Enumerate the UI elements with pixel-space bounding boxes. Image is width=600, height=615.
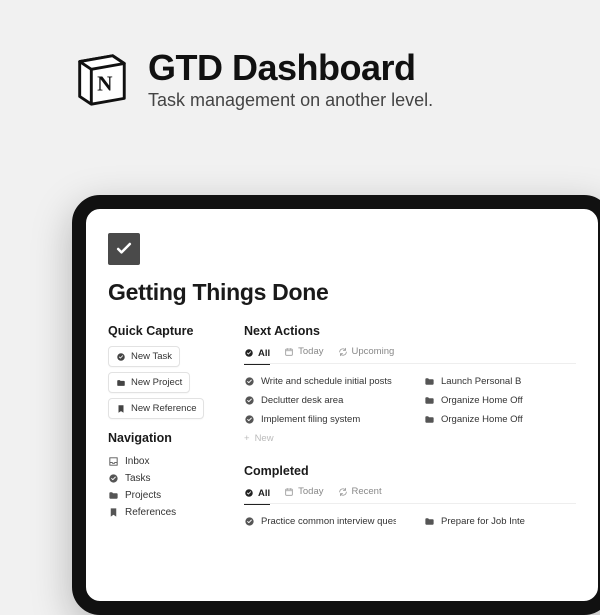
next-actions-tab-all[interactable]: All [244,346,270,365]
tablet-device: Getting Things Done Quick Capture New Ta… [72,195,600,615]
folder-icon [108,490,119,501]
folder-icon [424,376,435,387]
completed-task-item[interactable]: Prepare for Job Inte [424,512,576,531]
nav-item-inbox[interactable]: Inbox [108,453,218,470]
task-label: Declutter desk area [261,395,343,406]
next-actions-task-item[interactable]: Declutter desk area [244,391,396,410]
hero-title: GTD Dashboard [148,48,433,88]
quick-capture-new-reference[interactable]: New Reference [108,398,204,419]
check-circle-icon [244,376,255,387]
completed-tab-today[interactable]: Today [284,486,323,500]
completed-tab-all[interactable]: All [244,486,270,505]
task-label: Organize Home Off [441,414,523,425]
check-circle-icon [244,488,254,498]
tab-label: Today [298,486,323,497]
tab-label: Recent [352,486,382,497]
task-label: Prepare for Job Inte [441,516,525,527]
nav-label: References [125,507,176,518]
check-circle-icon [244,414,255,425]
completed-title: Completed [244,464,576,478]
svg-text:N: N [97,72,113,96]
completed-task-item[interactable]: Practice common interview questions [244,512,396,531]
app-screen: Getting Things Done Quick Capture New Ta… [86,209,598,531]
page-icon-checkbox [108,233,140,265]
nav-item-projects[interactable]: Projects [108,487,218,504]
button-label: New Task [131,351,172,362]
task-label: Write and schedule initial posts [261,376,392,387]
quick-capture-title: Quick Capture [108,324,218,338]
add-new-task[interactable]: + New [244,429,576,448]
tab-label: All [258,348,270,359]
folder-icon [424,395,435,406]
task-label: Launch Personal B [441,376,521,387]
next-actions-task-item[interactable]: Implement filing system [244,410,396,429]
page-title: Getting Things Done [108,279,576,306]
nav-item-tasks[interactable]: Tasks [108,470,218,487]
quick-capture-new-project[interactable]: New Project [108,372,190,393]
notion-logo-icon: N [70,48,132,110]
next-actions-title: Next Actions [244,324,576,338]
bookmark-icon [108,507,119,518]
button-label: New Reference [131,403,196,414]
button-label: New Project [131,377,182,388]
nav-label: Inbox [125,456,149,467]
navigation-title: Navigation [108,431,218,445]
nav-label: Projects [125,490,161,501]
hero: N GTD Dashboard Task management on anoth… [0,0,600,111]
quick-capture-new-task[interactable]: New Task [108,346,180,367]
next-actions-task-item[interactable]: Write and schedule initial posts [244,372,396,391]
check-circle-icon [244,516,255,527]
completed-tab-recent[interactable]: Recent [338,486,382,500]
tab-label: Upcoming [352,346,395,357]
inbox-icon [108,456,119,467]
refresh-icon [338,487,348,497]
task-label: Organize Home Off [441,395,523,406]
calendar-icon [284,487,294,497]
folder-icon [424,516,435,527]
next-actions-tab-upcoming[interactable]: Upcoming [338,346,395,360]
folder-icon [424,414,435,425]
plus-icon: + [244,433,250,444]
check-circle-icon [108,473,119,484]
next-actions-tab-today[interactable]: Today [284,346,323,360]
calendar-icon [284,347,294,357]
next-actions-task-item[interactable]: Organize Home Off [424,391,576,410]
check-circle-icon [244,395,255,406]
nav-item-references[interactable]: References [108,504,218,521]
tab-label: Today [298,346,323,357]
task-label: Practice common interview questions [261,516,396,527]
refresh-icon [338,347,348,357]
check-circle-icon [244,348,254,358]
folder-icon [116,378,126,388]
check-circle-icon [116,352,126,362]
next-actions-task-item[interactable]: Launch Personal B [424,372,576,391]
nav-label: Tasks [125,473,151,484]
new-label: New [255,433,274,444]
next-actions-task-item[interactable]: Organize Home Off [424,410,576,429]
hero-subtitle: Task management on another level. [148,90,433,111]
bookmark-icon [116,404,126,414]
tab-label: All [258,488,270,499]
task-label: Implement filing system [261,414,360,425]
